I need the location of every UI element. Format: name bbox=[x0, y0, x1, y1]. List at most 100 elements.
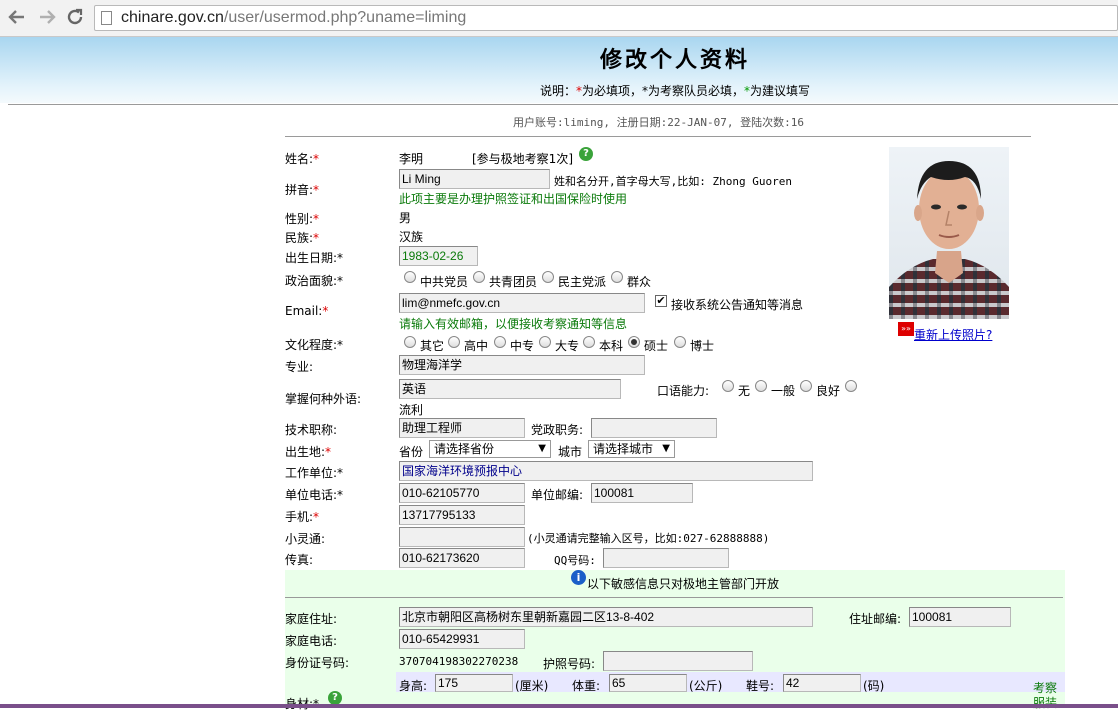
help-icon[interactable]: ? bbox=[328, 691, 342, 705]
pinyin-hint: 姓和名分开,首字母大写,比如: Zhong Guoren bbox=[554, 175, 792, 188]
back-button[interactable] bbox=[6, 7, 28, 29]
gender-value: 男 bbox=[399, 211, 412, 225]
email-label: Email:* bbox=[285, 304, 329, 318]
workphone-label: 单位电话:* bbox=[285, 488, 344, 502]
height-input[interactable]: 175 bbox=[435, 674, 513, 692]
edu-option-4: 大专 bbox=[555, 339, 580, 353]
divider bbox=[285, 136, 1031, 137]
workzip-input[interactable]: 100081 bbox=[591, 483, 693, 503]
reupload-photo-link[interactable]: 重新上传照片? bbox=[914, 326, 992, 343]
edu-option-2: 高中 bbox=[464, 339, 489, 353]
edu-radio-7[interactable] bbox=[674, 336, 686, 348]
title-input[interactable]: 助理工程师 bbox=[399, 418, 525, 438]
reload-button[interactable] bbox=[64, 7, 86, 29]
url-host: chinare.gov.cn bbox=[121, 9, 224, 26]
oral-option-2: 一般 bbox=[771, 384, 796, 398]
arrow-right-icon: »» bbox=[898, 322, 914, 336]
sensitive-note: 以下敏感信息只对极地主管部门开放 bbox=[587, 577, 780, 591]
edu-option-1: 其它 bbox=[420, 339, 445, 353]
notify-checkbox-label: 接收系统公告通知等消息 bbox=[671, 298, 804, 312]
homephone-input[interactable]: 010-65429931 bbox=[399, 629, 525, 649]
shoe-input[interactable]: 42 bbox=[783, 674, 861, 692]
pinyin-input[interactable]: Li Ming bbox=[399, 169, 550, 189]
phs-label: 小灵通: bbox=[285, 532, 326, 546]
pinyin-note: 此项主要是办理护照签证和出国保险时使用 bbox=[399, 192, 628, 206]
political-option-4: 群众 bbox=[627, 275, 652, 289]
oral-radio-4[interactable] bbox=[845, 380, 857, 392]
edu-option-5: 本科 bbox=[599, 339, 624, 353]
taskbar-edge bbox=[0, 704, 1118, 708]
major-input[interactable]: 物理海洋学 bbox=[399, 355, 645, 375]
political-option-3: 民主党派 bbox=[558, 275, 607, 289]
homezip-input[interactable]: 100081 bbox=[909, 607, 1011, 627]
fax-input[interactable]: 010-62173620 bbox=[399, 548, 525, 568]
edu-radio-3[interactable] bbox=[494, 336, 506, 348]
name-label: 姓名:* bbox=[285, 152, 320, 166]
birth-input[interactable]: 1983-02-26 bbox=[399, 246, 478, 266]
political-radio-4[interactable] bbox=[611, 271, 623, 283]
political-radio-1[interactable] bbox=[404, 271, 416, 283]
phs-input[interactable] bbox=[399, 527, 525, 547]
political-option-2: 共青团员 bbox=[489, 275, 538, 289]
account-info: 用户账号:liming, 注册日期:22-JAN-07, 登陆次数:16 bbox=[513, 116, 804, 129]
mobile-input[interactable]: 13717795133 bbox=[399, 505, 525, 525]
arrow-right-icon bbox=[40, 10, 56, 24]
oral-option-1: 无 bbox=[738, 384, 751, 398]
gender-label: 性别:* bbox=[285, 212, 320, 226]
arrow-left-icon bbox=[8, 10, 24, 24]
pinyin-label: 拼音:* bbox=[285, 183, 320, 197]
edu-option-6: 硕士 bbox=[644, 339, 669, 353]
notify-checkbox[interactable]: ✔ bbox=[655, 295, 667, 307]
edu-radio-2[interactable] bbox=[448, 336, 460, 348]
oral-option-3: 良好 bbox=[816, 384, 841, 398]
homezip-label: 住址邮编: bbox=[849, 612, 902, 626]
work-input[interactable]: 国家海洋环境预报中心 bbox=[399, 461, 813, 481]
language-label: 掌握何种外语: bbox=[285, 392, 362, 406]
title-label: 技术职称: bbox=[285, 423, 338, 437]
language-input[interactable]: 英语 bbox=[399, 379, 621, 399]
edu-option-7: 博士 bbox=[690, 339, 715, 353]
page-title: 修改个人资料 bbox=[599, 47, 750, 73]
help-icon[interactable]: ? bbox=[579, 147, 593, 161]
edu-radio-5[interactable] bbox=[583, 336, 595, 348]
reload-icon bbox=[67, 8, 83, 25]
province-select[interactable]: 请选择省份 ▼ bbox=[429, 440, 551, 458]
workphone-input[interactable]: 010-62105770 bbox=[399, 483, 525, 503]
homephone-label: 家庭电话: bbox=[285, 634, 338, 648]
political-radio-2[interactable] bbox=[473, 271, 485, 283]
political-radio-3[interactable] bbox=[542, 271, 554, 283]
edu-radio-1[interactable] bbox=[404, 336, 416, 348]
url-text: chinare.gov.cn/user/usermod.php?uname=li… bbox=[121, 8, 466, 28]
url-path: /user/usermod.php?uname=liming bbox=[223, 9, 467, 26]
divider bbox=[8, 104, 1118, 105]
passport-input[interactable] bbox=[603, 651, 753, 671]
work-label: 工作单位:* bbox=[285, 466, 344, 480]
edu-radio-6[interactable] bbox=[628, 336, 640, 348]
portrait-image bbox=[889, 161, 1009, 319]
legend-team: 为考察队员必填， bbox=[648, 84, 745, 98]
side-note-2: 服装 bbox=[1033, 696, 1058, 710]
dropdown-arrow-icon: ▼ bbox=[662, 443, 670, 454]
birth-label: 出生日期:* bbox=[285, 251, 344, 265]
city-select[interactable]: 请选择城市 ▼ bbox=[588, 440, 675, 458]
dropdown-arrow-icon: ▼ bbox=[538, 443, 546, 454]
legend-required: 为必填项， bbox=[582, 84, 643, 98]
shoe-unit: (码) bbox=[863, 679, 885, 693]
weight-input[interactable]: 65 bbox=[609, 674, 687, 692]
oral-radio-3[interactable] bbox=[800, 380, 812, 392]
address-bar[interactable]: chinare.gov.cn/user/usermod.php?uname=li… bbox=[94, 5, 1118, 31]
oral-radio-1[interactable] bbox=[722, 380, 734, 392]
qq-input[interactable] bbox=[603, 548, 729, 568]
home-input[interactable]: 北京市朝阳区高杨树东里朝新嘉园二区13-8-402 bbox=[399, 607, 813, 627]
height-unit: (厘米) bbox=[515, 679, 549, 693]
party-input[interactable] bbox=[591, 418, 717, 438]
oral-radio-2[interactable] bbox=[755, 380, 767, 392]
political-label: 政治面貌:* bbox=[285, 274, 344, 288]
city-label: 城市 bbox=[558, 445, 583, 459]
email-input[interactable]: lim@nmefc.gov.cn bbox=[399, 293, 645, 313]
major-label: 专业: bbox=[285, 360, 314, 374]
forward-button[interactable] bbox=[36, 7, 58, 29]
party-label: 党政职务: bbox=[531, 423, 584, 437]
birthplace-label: 出生地:* bbox=[285, 445, 332, 459]
edu-radio-4[interactable] bbox=[539, 336, 551, 348]
